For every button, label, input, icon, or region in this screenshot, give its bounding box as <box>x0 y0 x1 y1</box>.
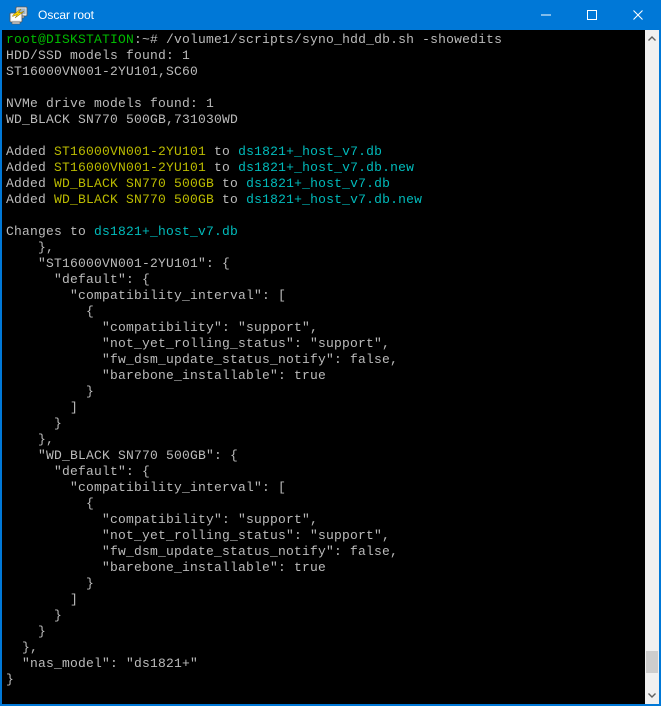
terminal-line: } <box>6 384 645 400</box>
terminal-line: Added WD_BLACK SN770 500GB to ds1821+_ho… <box>6 192 645 208</box>
maximize-icon <box>587 10 597 20</box>
terminal-line: Added ST16000VN001-2YU101 to ds1821+_hos… <box>6 160 645 176</box>
terminal-line: { <box>6 496 645 512</box>
close-button[interactable] <box>615 0 661 30</box>
terminal-line: } <box>6 576 645 592</box>
titlebar[interactable]: Oscar root <box>0 0 661 30</box>
window-title: Oscar root <box>38 8 523 22</box>
terminal-line: NVMe drive models found: 1 <box>6 96 645 112</box>
terminal-line: }, <box>6 240 645 256</box>
terminal-line: } <box>6 608 645 624</box>
scrollbar-thumb[interactable] <box>646 651 658 673</box>
terminal-line: "barebone_installable": true <box>6 368 645 384</box>
terminal-line: "default": { <box>6 272 645 288</box>
terminal-line <box>6 128 645 144</box>
terminal-line: }, <box>6 640 645 656</box>
scroll-down-button[interactable] <box>645 687 659 704</box>
terminal-line: "WD_BLACK SN770 500GB": { <box>6 448 645 464</box>
terminal-line: "ST16000VN001-2YU101": { <box>6 256 645 272</box>
terminal-line <box>6 80 645 96</box>
terminal-line: "not_yet_rolling_status": "support", <box>6 528 645 544</box>
terminal-line: WD_BLACK SN770 500GB,731030WD <box>6 112 645 128</box>
close-icon <box>633 10 643 20</box>
terminal-line: "nas_model": "ds1821+" <box>6 656 645 672</box>
chevron-down-icon <box>648 693 656 698</box>
scrollbar[interactable] <box>645 30 659 704</box>
terminal-line <box>6 208 645 224</box>
terminal-line: "default": { <box>6 464 645 480</box>
terminal-line: "compatibility": "support", <box>6 512 645 528</box>
terminal-line: { <box>6 304 645 320</box>
terminal-line: ST16000VN001-2YU101,SC60 <box>6 64 645 80</box>
terminal-line: }, <box>6 432 645 448</box>
terminal-line: ] <box>6 592 645 608</box>
terminal-line: } <box>6 624 645 640</box>
chevron-up-icon <box>648 36 656 41</box>
putty-window: Oscar root root@DISKSTATION:~# /volume1/… <box>0 0 661 706</box>
terminal-line: "compatibility": "support", <box>6 320 645 336</box>
terminal-line: HDD/SSD models found: 1 <box>6 48 645 64</box>
terminal-line: root@DISKSTATION:~# /volume1/scripts/syn… <box>6 32 645 48</box>
terminal-line: "fw_dsm_update_status_notify": false, <box>6 352 645 368</box>
terminal-line: Added ST16000VN001-2YU101 to ds1821+_hos… <box>6 144 645 160</box>
terminal-output[interactable]: root@DISKSTATION:~# /volume1/scripts/syn… <box>2 30 645 704</box>
terminal-line: "barebone_installable": true <box>6 560 645 576</box>
terminal-line: Added WD_BLACK SN770 500GB to ds1821+_ho… <box>6 176 645 192</box>
putty-terminal-icon <box>9 5 29 25</box>
minimize-button[interactable] <box>523 0 569 30</box>
maximize-button[interactable] <box>569 0 615 30</box>
terminal-line: "fw_dsm_update_status_notify": false, <box>6 544 645 560</box>
terminal-line: Changes to ds1821+_host_v7.db <box>6 224 645 240</box>
terminal-line: } <box>6 672 645 688</box>
terminal-line: } <box>6 416 645 432</box>
terminal-line: "compatibility_interval": [ <box>6 288 645 304</box>
minimize-icon <box>541 10 551 20</box>
terminal-line <box>6 688 645 704</box>
scroll-up-button[interactable] <box>645 30 659 47</box>
terminal-line: "compatibility_interval": [ <box>6 480 645 496</box>
terminal-line: "not_yet_rolling_status": "support", <box>6 336 645 352</box>
window-controls <box>523 0 661 30</box>
terminal-line: ] <box>6 400 645 416</box>
